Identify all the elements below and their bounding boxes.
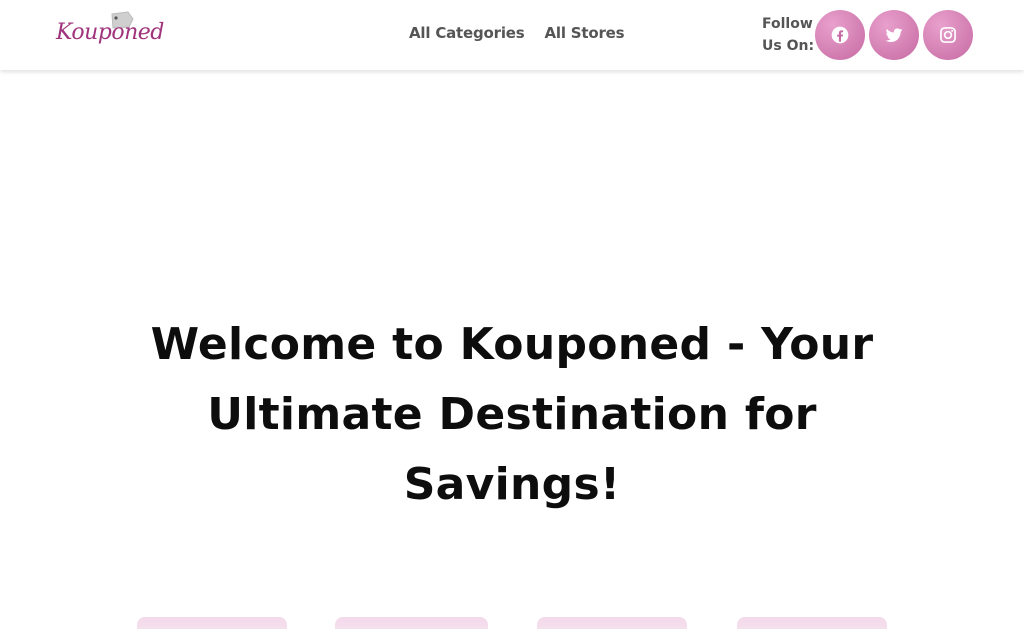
category-card[interactable] [137, 617, 287, 629]
facebook-icon [831, 26, 849, 44]
twitter-icon [885, 28, 903, 42]
category-card[interactable] [335, 617, 488, 629]
site-header: Kouponed All Categories All Stores Follo… [0, 0, 1024, 70]
logo[interactable]: Kouponed [56, 10, 164, 54]
follow-label: Follow Us On: [762, 16, 815, 54]
nav-all-categories[interactable]: All Categories [409, 24, 525, 42]
twitter-button[interactable] [869, 10, 919, 60]
logo-text: Kouponed [56, 20, 164, 45]
nav-all-stores[interactable]: All Stores [544, 24, 624, 42]
facebook-button[interactable] [815, 10, 865, 60]
main-nav: All Categories All Stores [409, 24, 625, 42]
category-card[interactable] [537, 617, 687, 629]
category-card[interactable] [737, 617, 887, 629]
instagram-button[interactable] [923, 10, 973, 60]
instagram-icon [940, 27, 956, 43]
hero-title: Welcome to Kouponed - Your Ultimate Dest… [150, 319, 874, 510]
